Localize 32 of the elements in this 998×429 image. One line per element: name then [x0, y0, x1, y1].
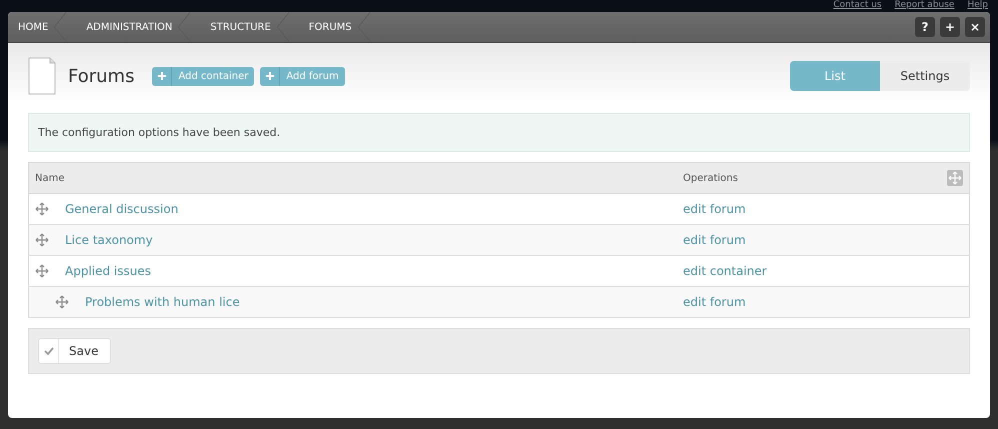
forum-link[interactable]: Problems with human lice: [85, 295, 240, 309]
drag-handle-icon[interactable]: [35, 233, 49, 247]
column-header: Name: [28, 162, 677, 194]
save-button[interactable]: Save: [38, 338, 112, 364]
forum-link[interactable]: Lice taxonomy: [65, 233, 153, 247]
breadcrumb-link[interactable]: STRUCTURE: [194, 12, 293, 42]
plus-icon: [266, 72, 274, 80]
page-title: Forums: [68, 66, 134, 86]
window-button[interactable]: ×: [965, 17, 985, 37]
window-button[interactable]: +: [940, 17, 960, 37]
checkmark-icon: [44, 347, 54, 355]
forum-link[interactable]: General discussion: [65, 202, 178, 216]
plus-icon: [158, 72, 166, 80]
column-header: Operations: [683, 172, 738, 184]
footer-link[interactable]: Report abuse: [894, 0, 954, 11]
forum-link[interactable]: Applied issues: [65, 264, 152, 278]
drag-handle-icon[interactable]: [35, 264, 49, 278]
breadcrumb-link[interactable]: ADMINISTRATION: [70, 12, 194, 42]
drag-handle-icon[interactable]: [35, 202, 49, 216]
drag-handle-icon[interactable]: [55, 295, 69, 309]
breadcrumb-link[interactable]: FORUMS: [292, 12, 374, 42]
edit-link[interactable]: edit forum: [683, 295, 746, 309]
tab[interactable]: Settings: [880, 61, 970, 91]
status-message: The configuration options have been saved.: [28, 113, 970, 152]
edit-link[interactable]: edit forum: [683, 233, 746, 247]
edit-link[interactable]: edit container: [683, 264, 767, 278]
window-button[interactable]: ?: [915, 17, 935, 37]
footer-link[interactable]: Help: [967, 0, 988, 11]
edit-link[interactable]: edit forum: [683, 202, 746, 216]
breadcrumb-link[interactable]: HOME: [8, 12, 70, 42]
footer-link[interactable]: Contact us: [833, 0, 882, 11]
document-icon: [28, 57, 56, 95]
